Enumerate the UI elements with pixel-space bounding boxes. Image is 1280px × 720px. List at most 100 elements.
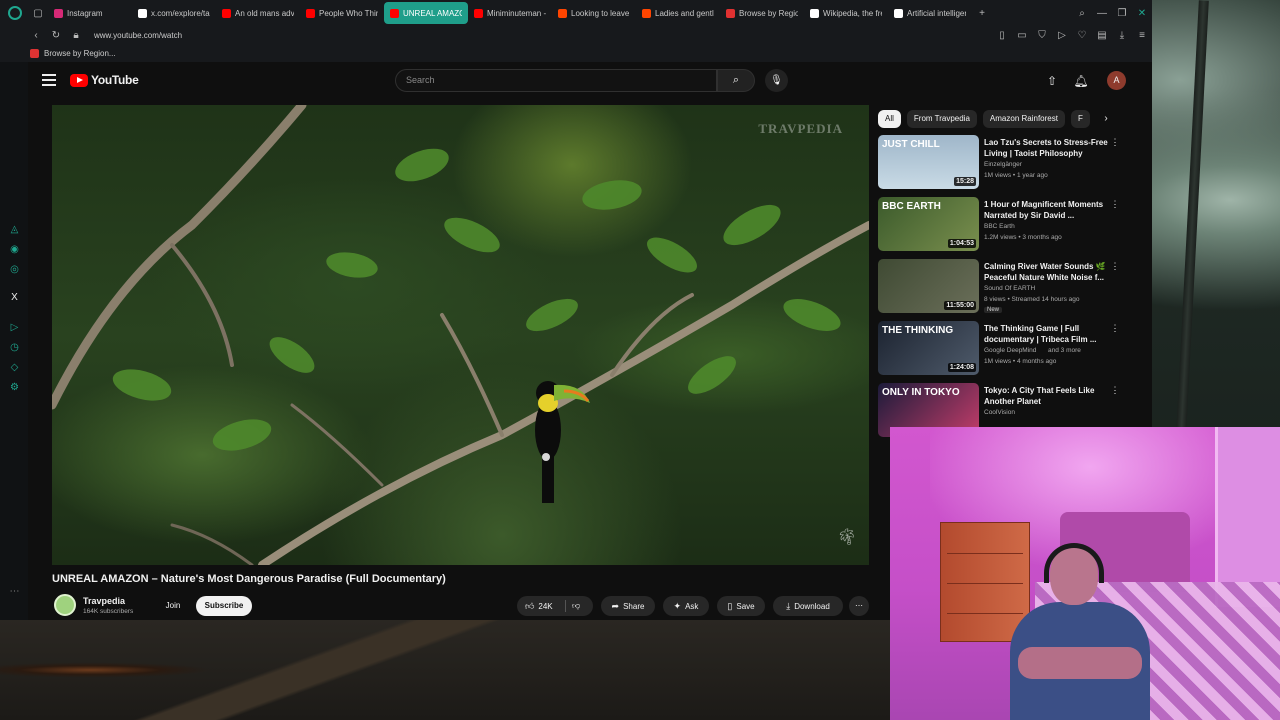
bookmark-favicon-icon: [30, 48, 39, 58]
filter-chip[interactable]: F: [1070, 110, 1090, 128]
player-icon[interactable]: ▷: [1052, 30, 1072, 41]
minimize-icon[interactable]: —: [1092, 8, 1112, 19]
recommendation-channel[interactable]: Google DeepMind: [984, 347, 1036, 354]
video-frame: [52, 105, 869, 565]
browser-tab-1[interactable]: x.com/explore/tab: [132, 2, 216, 24]
recommendation-menu-icon[interactable]: ⋮: [1110, 385, 1120, 396]
recommendation-thumbnail[interactable]: THE THINKING 1:24:08: [878, 321, 979, 375]
sidebar-player-icon[interactable]: ▷: [9, 322, 20, 333]
hamburger-menu-icon[interactable]: [42, 74, 56, 86]
thumbs-down-icon[interactable]: 👎︎: [572, 596, 580, 616]
bookmark-item[interactable]: Browse by Region...: [44, 49, 116, 58]
recommendation-channel[interactable]: Einzelgänger: [984, 161, 1022, 168]
channel-name[interactable]: Travpedia: [83, 596, 125, 606]
filter-chip[interactable]: All: [878, 110, 901, 128]
share-label: Share: [623, 602, 645, 611]
filter-chip[interactable]: From Travpedia: [906, 110, 977, 128]
account-avatar[interactable]: A: [1107, 71, 1126, 90]
sidebar-messenger-icon[interactable]: ◉: [9, 244, 20, 255]
notifications-bell-icon[interactable]: 🔔︎: [1071, 71, 1091, 91]
ask-button[interactable]: ✦ Ask: [663, 596, 709, 616]
browser-tab-6[interactable]: Looking to leave t: [552, 2, 636, 24]
browser-tab-7[interactable]: Ladies and gentle: [636, 2, 720, 24]
tab-label: UNREAL AMAZON – N: [403, 8, 462, 18]
sidebar-aria-icon[interactable]: ◬: [9, 224, 20, 235]
microphone-icon: 🎙︎: [770, 75, 783, 86]
maximize-icon[interactable]: ❐: [1112, 8, 1132, 19]
snapshot-icon[interactable]: ▭: [1012, 30, 1032, 41]
recommendation-menu-icon[interactable]: ⋮: [1110, 261, 1120, 272]
search-tabs-icon[interactable]: ⌕: [1072, 8, 1092, 19]
browser-tab-3[interactable]: People Who Think: [300, 2, 384, 24]
bookmark-icon[interactable]: ▯: [992, 30, 1012, 41]
download-icon: ⤓: [786, 601, 791, 611]
recommendation-channel[interactable]: BBC Earth: [984, 223, 1015, 230]
browser-tab-10[interactable]: Artificial intelligen: [888, 2, 972, 24]
subscribe-button[interactable]: Subscribe: [196, 596, 252, 616]
recommendation-title[interactable]: Calming River Water Sounds 🌿 Peaceful Na…: [984, 261, 1120, 283]
recommendation-title[interactable]: The Thinking Game | Full documentary | T…: [984, 323, 1120, 345]
url-field[interactable]: www.youtube.com/watch: [94, 31, 182, 40]
workspace-icon[interactable]: ▢: [28, 8, 48, 19]
voice-search-button[interactable]: 🎙︎: [765, 69, 788, 92]
recommendation-item[interactable]: 11:55:00 Calming River Water Sounds 🌿 Pea…: [878, 259, 1148, 315]
youtube-logo[interactable]: YouTube: [70, 73, 139, 87]
recommendation-thumbnail[interactable]: 11:55:00: [878, 259, 979, 313]
back-icon[interactable]: ‹: [26, 30, 46, 41]
tab-label: Ladies and gentle: [655, 8, 714, 18]
recommendation-channel[interactable]: Sound Of EARTH: [984, 285, 1035, 292]
sidebar-x-icon[interactable]: X: [9, 292, 20, 303]
save-button[interactable]: ▯ Save: [717, 596, 765, 616]
more-actions-button[interactable]: ⋯: [849, 596, 869, 616]
browser-tab-9[interactable]: Wikipedia, the free: [804, 2, 888, 24]
like-count[interactable]: 24K: [538, 602, 552, 611]
video-player[interactable]: TRAVPEDIA 🌴︎: [52, 105, 869, 565]
thumbs-up-icon[interactable]: 👍︎: [525, 601, 534, 611]
browser-tab-2[interactable]: An old mans advic: [216, 2, 300, 24]
recommendation-menu-icon[interactable]: ⋮: [1110, 323, 1120, 334]
recommendation-item[interactable]: BBC EARTH 1:04:53 1 Hour of Magnificent Mo…: [878, 197, 1148, 253]
create-upload-icon[interactable]: ⇧: [1042, 71, 1062, 91]
recommendation-thumbnail[interactable]: BBC EARTH 1:04:53: [878, 197, 979, 251]
search-button[interactable]: ⌕: [717, 69, 755, 92]
new-tab-icon[interactable]: +: [972, 8, 992, 19]
recommendation-menu-icon[interactable]: ⋮: [1110, 137, 1120, 148]
tabs: Instagram x.com/explore/tab An old mans ad…: [48, 2, 972, 24]
recommendation-title[interactable]: 1 Hour of Magnificent Moments Narrated b…: [984, 199, 1120, 221]
search-input[interactable]: Search: [395, 69, 717, 92]
recommendation-title[interactable]: Tokyo: A City That Feels Like Another Pl…: [984, 385, 1120, 407]
filter-chip[interactable]: Amazon Rainforest: [982, 110, 1065, 128]
sidebar-instagram-icon[interactable]: ◎: [9, 264, 20, 275]
sidebar-history-icon[interactable]: ◷: [9, 342, 20, 353]
browser-tab-0[interactable]: Instagram: [48, 2, 132, 24]
sidebar-settings-icon[interactable]: ⚙: [9, 382, 20, 393]
browser-tab-4[interactable]: UNREAL AMAZON – N: [384, 2, 468, 24]
recommendation-thumbnail[interactable]: JUST CHILL 15:28: [878, 135, 979, 189]
tab-label: Looking to leave t: [571, 8, 630, 18]
shield-icon[interactable]: ⛉: [1032, 30, 1052, 41]
channel-avatar[interactable]: [54, 594, 76, 616]
browser-tab-8[interactable]: Browse by Region: [720, 2, 804, 24]
wallet-icon[interactable]: ▤: [1092, 30, 1112, 41]
recommendation-item[interactable]: JUST CHILL 15:28 Lao Tzu's Secrets to Stre…: [878, 135, 1148, 191]
join-button[interactable]: Join: [162, 596, 184, 616]
chips-next-icon[interactable]: ›: [1097, 110, 1115, 128]
close-window-icon[interactable]: ✕: [1132, 8, 1152, 19]
sidebar-more-icon[interactable]: ⋯: [9, 586, 20, 597]
ask-label: Ask: [685, 602, 699, 611]
channel-branding-icon[interactable]: 🌴︎: [837, 527, 857, 547]
tab-favicon-icon: [54, 8, 63, 18]
reload-icon[interactable]: ↻: [46, 30, 66, 41]
share-button[interactable]: ➦ Share: [601, 596, 655, 616]
download-button[interactable]: ⤓ Download: [773, 596, 843, 616]
recommendation-channel[interactable]: CoolVision: [984, 409, 1015, 416]
menu-icon[interactable]: ≡: [1132, 30, 1152, 41]
recommendation-title[interactable]: Lao Tzu's Secrets to Stress-Free Living …: [984, 137, 1120, 159]
heart-icon[interactable]: ♡: [1072, 30, 1092, 41]
browser-logo-icon[interactable]: [8, 6, 22, 20]
recommendation-item[interactable]: THE THINKING 1:24:08 The Thinking Game | F…: [878, 321, 1148, 377]
recommendation-menu-icon[interactable]: ⋮: [1110, 199, 1120, 210]
download-icon[interactable]: ⤓: [1112, 30, 1132, 41]
browser-tab-5[interactable]: Miniminuteman - T: [468, 2, 552, 24]
sidebar-pinboard-icon[interactable]: ◇: [9, 362, 20, 373]
